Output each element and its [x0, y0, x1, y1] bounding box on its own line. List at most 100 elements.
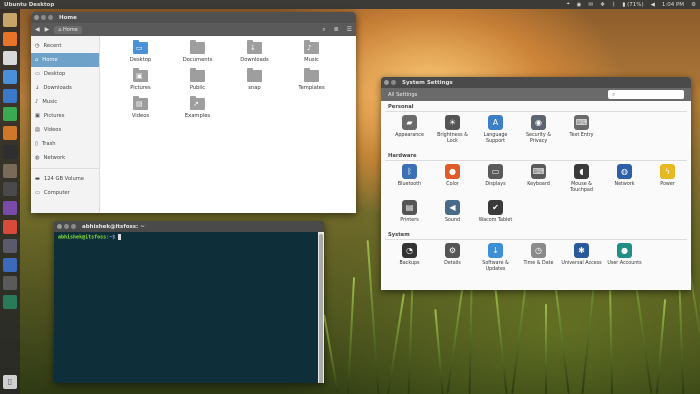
launcher-gimp-icon[interactable] — [3, 163, 17, 178]
folder-icon — [190, 68, 205, 82]
sidebar-item-recent[interactable]: ◷ Recent — [31, 39, 99, 53]
minimize-button[interactable] — [41, 15, 46, 20]
settings-item-security-privacy[interactable]: ◉ Security & Privacy — [517, 115, 560, 145]
folder-item-videos[interactable]: ▤ Videos — [112, 96, 169, 124]
grass-blade — [494, 288, 508, 394]
folder-item-public[interactable]: Public — [169, 68, 226, 96]
mail-icon[interactable]: ✉ — [588, 2, 593, 8]
launcher-firefox-icon[interactable] — [3, 32, 17, 47]
settings-item-time-date[interactable]: ◷ Time & Date — [517, 243, 560, 273]
launcher-disc-icon[interactable] — [3, 257, 17, 272]
bluetooth-icon[interactable]: ᛒ — [612, 2, 615, 8]
close-button[interactable] — [384, 80, 389, 85]
settings-item-power[interactable]: ϟ Power — [646, 164, 689, 194]
settings-item-sound[interactable]: ◀ Sound — [431, 200, 474, 224]
folder-item-music[interactable]: ♪ Music — [283, 40, 340, 68]
settings-search-input[interactable]: ⌕ — [608, 90, 684, 99]
power-menu-icon[interactable]: ⚙ — [691, 2, 696, 8]
maximize-button[interactable] — [71, 224, 76, 229]
settings-item-keyboard[interactable]: ⌨ Keyboard — [517, 164, 560, 194]
settings-item-user-accounts[interactable]: ● User Accounts — [603, 243, 646, 273]
folder-item-downloads[interactable]: ↓ Downloads — [226, 40, 283, 68]
maximize-button[interactable] — [48, 15, 53, 20]
settings-item-software-updates[interactable]: ↓ Software & Updates — [474, 243, 517, 273]
launcher-media-icon[interactable] — [3, 276, 17, 291]
folder-item-examples[interactable]: ↗ Examples — [169, 96, 226, 124]
sidebar-item-home[interactable]: ⌂ Home — [31, 53, 99, 67]
volume-icon[interactable]: ◀ — [651, 2, 655, 8]
settings-item-wacom-tablet[interactable]: ✔ Wacom Tablet — [474, 200, 517, 224]
dropbox-icon[interactable]: ❖ — [600, 2, 605, 8]
settings-item-printers[interactable]: ▤ Printers — [388, 200, 431, 224]
settings-item-details[interactable]: ⚙ Details — [431, 243, 474, 273]
settings-item-appearance[interactable]: ▰ Appearance — [388, 115, 431, 145]
settings-item-label: Displays — [485, 182, 506, 187]
bluetooth-icon: ᛒ — [402, 164, 417, 179]
settings-item-text-entry[interactable]: ⌨ Text Entry — [560, 115, 603, 145]
search-icon[interactable]: ⌕ — [322, 26, 325, 34]
sidebar-item-network[interactable]: ◍ Network — [31, 151, 99, 165]
folder-item-templates[interactable]: Templates — [283, 68, 340, 96]
minimize-button[interactable] — [64, 224, 69, 229]
appearance-icon: ▰ — [402, 115, 417, 130]
settings-item-language-support[interactable]: A Language Support — [474, 115, 517, 145]
minimize-button[interactable] — [391, 80, 396, 85]
forward-icon[interactable]: ▶ — [45, 26, 50, 33]
sidebar-item-pictures[interactable]: ▣ Pictures — [31, 109, 99, 123]
all-settings-button[interactable]: All Settings — [388, 92, 417, 98]
battery-indicator[interactable]: ▮ (71%) — [622, 2, 643, 8]
sidebar-item-desktop[interactable]: ▭ Desktop — [31, 67, 99, 81]
folder-icon — [304, 68, 319, 82]
launcher-trash-icon[interactable]: ▯ — [3, 374, 17, 389]
sidebar-item-trash[interactable]: ▯ Trash — [31, 137, 99, 151]
tablet-icon: ✔ — [488, 200, 503, 215]
home-icon: ⌂ — [35, 57, 39, 63]
launcher-folder-icon[interactable] — [3, 69, 17, 84]
launcher-screenshot-icon[interactable] — [3, 295, 17, 310]
terminal-scrollbar[interactable] — [318, 232, 324, 383]
launcher-files-icon[interactable] — [3, 13, 17, 28]
launcher-settings-icon[interactable] — [3, 238, 17, 253]
folder-item-documents[interactable]: Documents — [169, 40, 226, 68]
menu-icon[interactable]: ☰ — [347, 26, 352, 34]
launcher-app-icon[interactable] — [3, 182, 17, 197]
close-button[interactable] — [34, 15, 39, 20]
launcher-writer-icon[interactable] — [3, 88, 17, 103]
path-label: Home — [63, 26, 78, 33]
launcher-terminal-icon[interactable] — [3, 144, 17, 159]
sidebar-item-videos[interactable]: ▤ Videos — [31, 123, 99, 137]
settings-item-displays[interactable]: ▭ Displays — [474, 164, 517, 194]
clock[interactable]: 1:04 PM — [662, 2, 684, 8]
files-sidebar: ◷ Recent ⌂ Home ▭ Desktop ↓ Downloads ♪ Music ▣ Pic… — [31, 36, 100, 213]
settings-item-bluetooth[interactable]: ᛒ Bluetooth — [388, 164, 431, 194]
launcher-impress-icon[interactable] — [3, 126, 17, 141]
scrollbar-thumb[interactable] — [319, 234, 323, 383]
sidebar-item-downloads[interactable]: ↓ Downloads — [31, 81, 99, 95]
settings-item-network[interactable]: ◍ Network — [603, 164, 646, 194]
path-bar[interactable]: ⌂ Home — [54, 25, 82, 34]
launcher-chrome-icon[interactable] — [3, 50, 17, 65]
view-list-icon[interactable]: ≣ — [334, 26, 339, 34]
folder-item-pictures[interactable]: ▣ Pictures — [112, 68, 169, 96]
close-button[interactable] — [57, 224, 62, 229]
settings-item-brightness-lock[interactable]: ☀ Brightness & Lock — [431, 115, 474, 145]
chrome-indicator-icon[interactable]: ◉ — [577, 2, 582, 8]
folder-label: Pictures — [130, 85, 151, 91]
folder-item-desktop[interactable]: ▭ Desktop — [112, 40, 169, 68]
sidebar-item-124-gb-volume[interactable]: ▬ 124 GB Volume — [31, 172, 99, 186]
launcher-calc-icon[interactable] — [3, 107, 17, 122]
location-icon[interactable]: ⌖ — [567, 1, 570, 8]
settings-item-mouse-touchpad[interactable]: ◖ Mouse & Touchpad — [560, 164, 603, 194]
settings-item-universal-access[interactable]: ✱ Universal Access — [560, 243, 603, 273]
folder-icon: ↓ — [247, 40, 262, 54]
sidebar-item-computer[interactable]: ▭ Computer — [31, 186, 99, 200]
settings-item-color[interactable]: ● Color — [431, 164, 474, 194]
folder-item-snap[interactable]: snap — [226, 68, 283, 96]
settings-item-backups[interactable]: ◔ Backups — [388, 243, 431, 273]
terminal-output[interactable]: abhishek@itsfoss:~$ — [54, 232, 324, 243]
sidebar-item-label: Computer — [43, 190, 70, 196]
launcher-tweaks-icon[interactable] — [3, 201, 17, 216]
sidebar-item-music[interactable]: ♪ Music — [31, 95, 99, 109]
back-icon[interactable]: ◀ — [35, 26, 40, 33]
launcher-maps-icon[interactable] — [3, 219, 17, 234]
